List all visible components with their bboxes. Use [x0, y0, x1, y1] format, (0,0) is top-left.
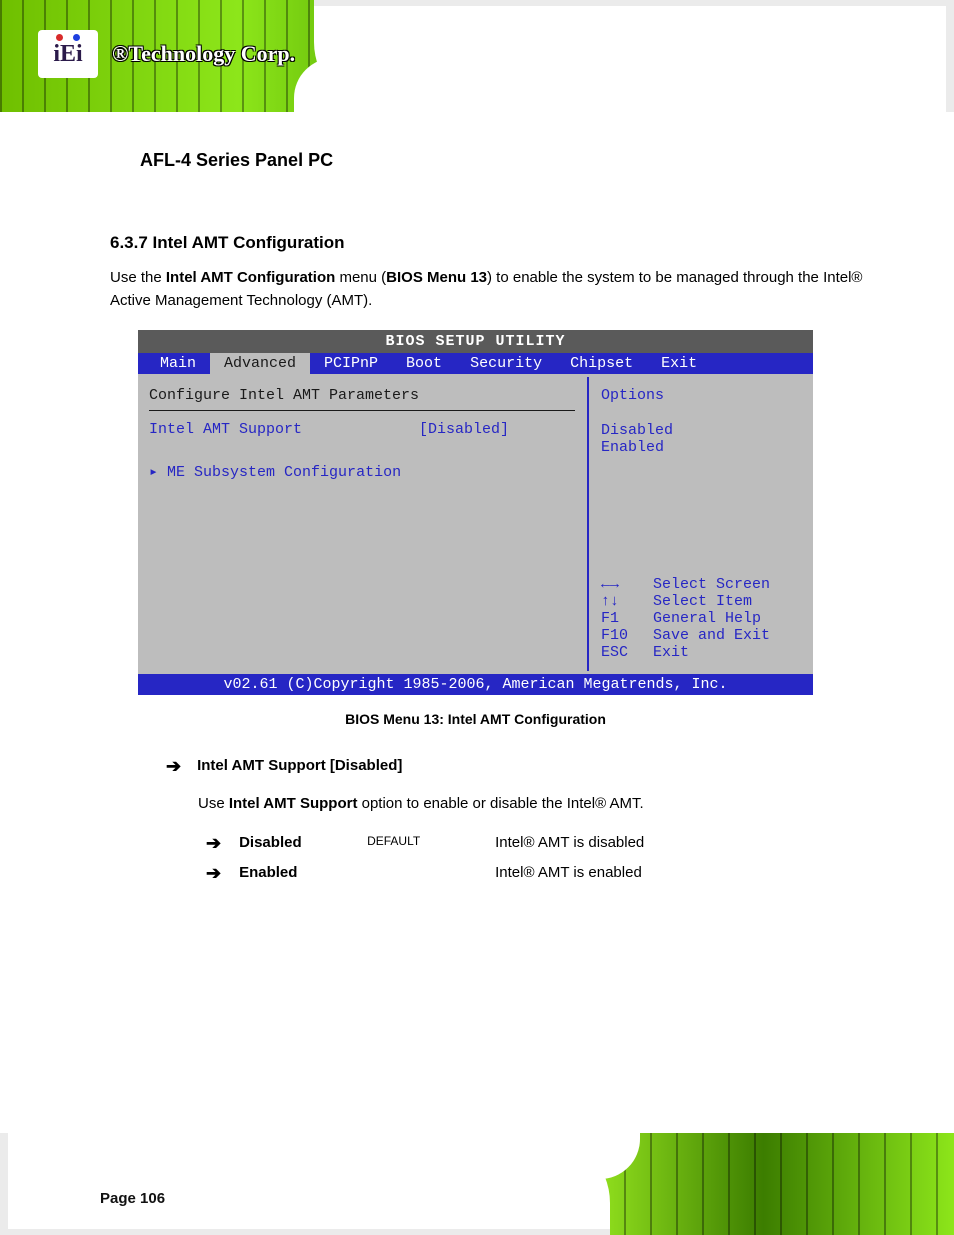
brand-text: ®Technology Corp.	[112, 41, 295, 67]
arrow-icon: ➔	[166, 757, 181, 775]
bios-screenshot: BIOS SETUP UTILITY Main Advanced PCIPnP …	[138, 330, 813, 695]
bios-nav-row: ←→Select Screen	[601, 576, 798, 593]
bios-setting-label: Intel AMT Support	[149, 421, 419, 438]
bios-tab-main[interactable]: Main	[146, 353, 210, 374]
bios-setting-value: [Disabled]	[419, 421, 509, 438]
bios-option-enabled: Enabled	[601, 439, 798, 456]
option-row-disabled: ➔ Disabled DEFAULT Intel® AMT is disable…	[206, 834, 874, 852]
amt-item-heading: ➔ Intel AMT Support [Disabled]	[166, 757, 874, 775]
bios-left-header: Configure Intel AMT Parameters	[149, 387, 575, 411]
bios-tab-exit[interactable]: Exit	[647, 353, 711, 374]
bios-body: Configure Intel AMT Parameters Intel AMT…	[138, 374, 813, 674]
bios-tab-boot[interactable]: Boot	[392, 353, 456, 374]
bios-tab-pcipnp[interactable]: PCIPnP	[310, 353, 392, 374]
logo-row: iEi ®Technology Corp.	[38, 30, 295, 78]
option-row-enabled: ➔ Enabled Intel® AMT is enabled	[206, 864, 874, 882]
bios-submenu[interactable]: ▸ ME Subsystem Configuration	[149, 462, 575, 481]
page-content: AFL-4 Series Panel PC 6.3.7 Intel AMT Co…	[110, 150, 874, 894]
bios-left-pane: Configure Intel AMT Parameters Intel AMT…	[141, 377, 589, 671]
bios-setting-row[interactable]: Intel AMT Support [Disabled]	[149, 421, 575, 438]
bios-tab-security[interactable]: Security	[456, 353, 556, 374]
bios-tab-advanced[interactable]: Advanced	[210, 353, 310, 374]
bios-nav-row: ↑↓Select Item	[601, 593, 798, 610]
section-intro: Use the Intel AMT Configuration menu (BI…	[110, 267, 874, 312]
bios-nav-row: ESCExit	[601, 644, 798, 661]
logo-text: iEi	[53, 41, 82, 68]
doc-title: AFL-4 Series Panel PC	[140, 150, 874, 171]
section-heading: 6.3.7 Intel AMT Configuration	[110, 233, 874, 253]
footer-white-curve	[0, 1133, 610, 1235]
page-number: Page 106	[100, 1190, 165, 1207]
header-white-curve	[314, 0, 954, 112]
option-desc: Intel® AMT is disabled	[495, 834, 874, 851]
bios-nav-row: F1General Help	[601, 610, 798, 627]
arrow-icon: ➔	[206, 834, 221, 852]
bios-right-pane: Options Disabled Enabled ←→Select Screen…	[589, 377, 810, 671]
option-name: Disabled	[239, 834, 349, 851]
bios-nav-row: F10Save and Exit	[601, 627, 798, 644]
bios-tab-bar: Main Advanced PCIPnP Boot Security Chips…	[138, 353, 813, 374]
bios-options-title: Options	[601, 387, 798, 404]
amt-item-lead: Intel AMT Support [Disabled]	[197, 757, 402, 774]
figure-caption: BIOS Menu 13: Intel AMT Configuration	[138, 711, 813, 727]
bios-option-disabled: Disabled	[601, 422, 798, 439]
option-desc: Intel® AMT is enabled	[495, 864, 874, 881]
bios-footer: v02.61 (C)Copyright 1985-2006, American …	[138, 674, 813, 695]
option-default: DEFAULT	[367, 834, 477, 848]
bios-tab-chipset[interactable]: Chipset	[556, 353, 647, 374]
arrow-icon: ➔	[206, 864, 221, 882]
iei-logo: iEi	[38, 30, 98, 78]
bios-title: BIOS SETUP UTILITY	[138, 330, 813, 353]
option-name: Enabled	[239, 864, 349, 881]
amt-item-desc: Use Intel AMT Support option to enable o…	[198, 793, 874, 816]
